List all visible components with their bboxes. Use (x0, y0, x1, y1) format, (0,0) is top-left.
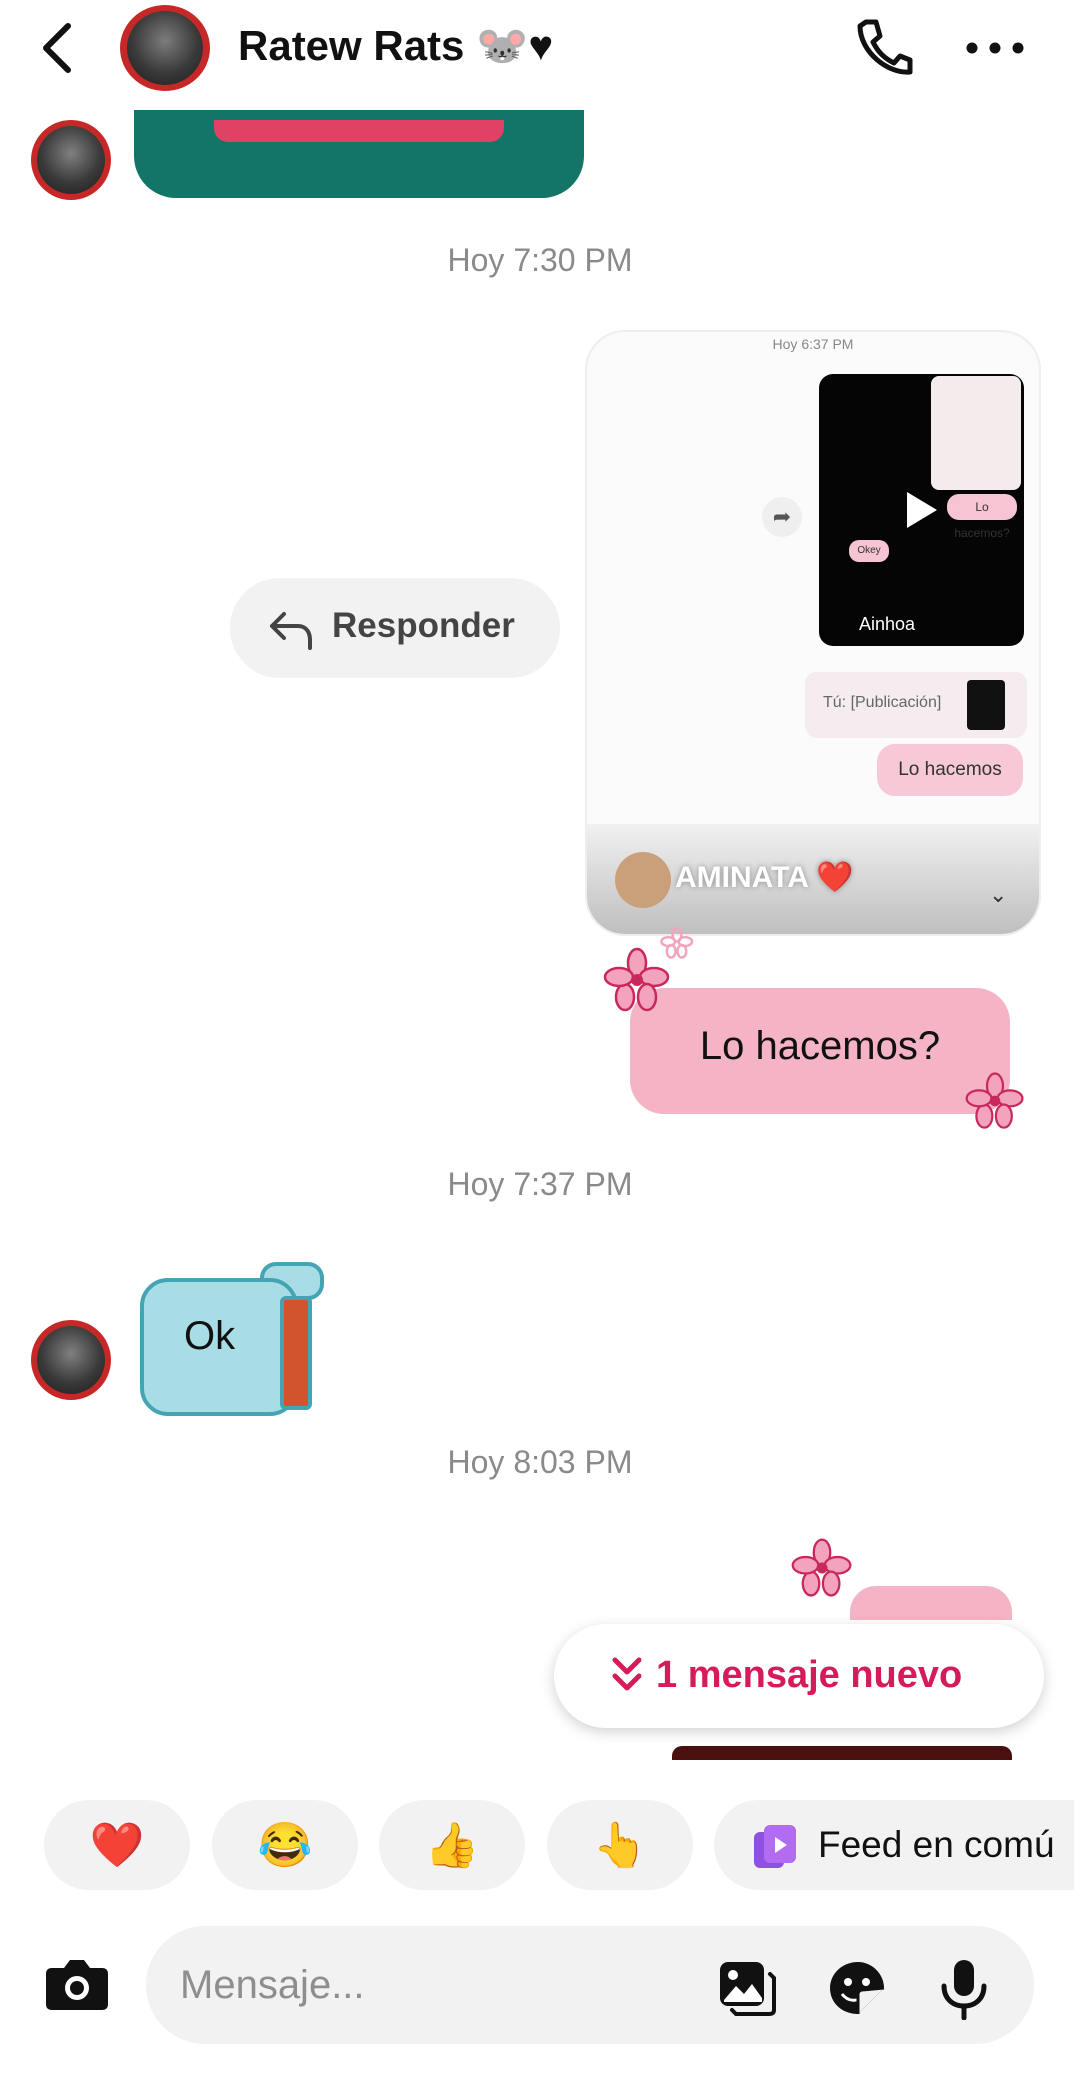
chevron-down-icon[interactable]: ⌄ (989, 882, 1007, 908)
post-author-name: AMINATA ❤️ (675, 861, 854, 894)
double-chevron-down-icon (612, 1657, 642, 1691)
shared-post[interactable]: Hoy 6:37 PM ➦ Lo hacemos? Okey Ainhoa Tú… (585, 330, 1041, 936)
back-arrow-icon[interactable] (34, 18, 84, 78)
quick-reactions-bar: ❤️ 😂 👍 👆 Feed en comú (0, 1800, 1080, 1900)
phone-icon[interactable] (848, 12, 918, 82)
message-field[interactable] (146, 1926, 1034, 2044)
feed-icon (754, 1825, 796, 1868)
sticker-side (280, 1296, 312, 1410)
feed-shared-button[interactable]: Feed en comú (714, 1800, 1080, 1890)
flower-decoration-icon (791, 1538, 852, 1597)
camera-icon[interactable] (44, 1954, 110, 2012)
post-inner-tu-text: Tú: [Publicación] (823, 694, 942, 711)
partial-message-bubble[interactable] (850, 1586, 1012, 1620)
shared-card-partial[interactable] (134, 110, 584, 198)
message-text: Lo hacemos? (699, 1024, 941, 1068)
flower-small-icon (660, 926, 694, 959)
post-inner-label: Lo hacemos? (947, 494, 1017, 540)
post-inner-publication: Tú: [Publicación] (805, 672, 1027, 738)
reaction-heart[interactable]: ❤️ (44, 1800, 190, 1890)
feed-label: Feed en comú (818, 1824, 1055, 1865)
play-icon (907, 492, 937, 528)
contact-avatar[interactable] (120, 5, 210, 91)
reaction-laugh[interactable]: 😂 (212, 1800, 358, 1890)
gallery-icon[interactable] (718, 1960, 778, 2016)
reply-arrow-icon (270, 612, 312, 650)
sent-message-bubble[interactable]: Lo hacemos? (630, 988, 1010, 1114)
timestamp: Hoy 8:03 PM (447, 1444, 633, 1480)
post-inner-message: Lo hacemos (877, 744, 1023, 796)
message-input[interactable] (178, 1954, 702, 2016)
reply-button[interactable]: Responder (230, 578, 560, 678)
more-options-icon[interactable] (960, 18, 1030, 78)
reaction-thumbs-up[interactable]: 👍 (379, 1800, 525, 1890)
reply-label: Responder (332, 606, 515, 645)
contact-name[interactable]: Ratew Rats 🐭♥ (238, 22, 553, 71)
post-author-avatar (615, 852, 671, 908)
post-inner-okey: Okey (849, 540, 889, 562)
microphone-icon[interactable] (936, 1958, 992, 2020)
post-inner-time: Hoy 6:37 PM (772, 336, 854, 352)
ok-sticker[interactable]: Ok (132, 1262, 324, 1416)
sender-avatar[interactable] (31, 120, 111, 200)
sender-avatar[interactable] (31, 1320, 111, 1400)
new-message-label: 1 mensaje nuevo (656, 1654, 963, 1696)
timestamp: Hoy 7:30 PM (447, 242, 633, 278)
forward-icon: ➦ (762, 497, 802, 537)
sticker-text: Ok (184, 1314, 236, 1358)
reaction-point-up[interactable]: 👆 (547, 1800, 693, 1890)
timestamp: Hoy 7:37 PM (447, 1166, 633, 1202)
post-video-thumbnail: Lo hacemos? Okey Ainhoa (819, 374, 1024, 646)
new-message-button[interactable]: 1 mensaje nuevo (554, 1624, 1044, 1728)
chat-header: Ratew Rats 🐭♥ (0, 0, 1080, 100)
partial-media[interactable] (672, 1746, 1012, 1760)
flower-decoration-icon (965, 1072, 1024, 1129)
post-inner-name: Ainhoa (859, 614, 916, 634)
sticker-icon[interactable] (828, 1960, 888, 2016)
